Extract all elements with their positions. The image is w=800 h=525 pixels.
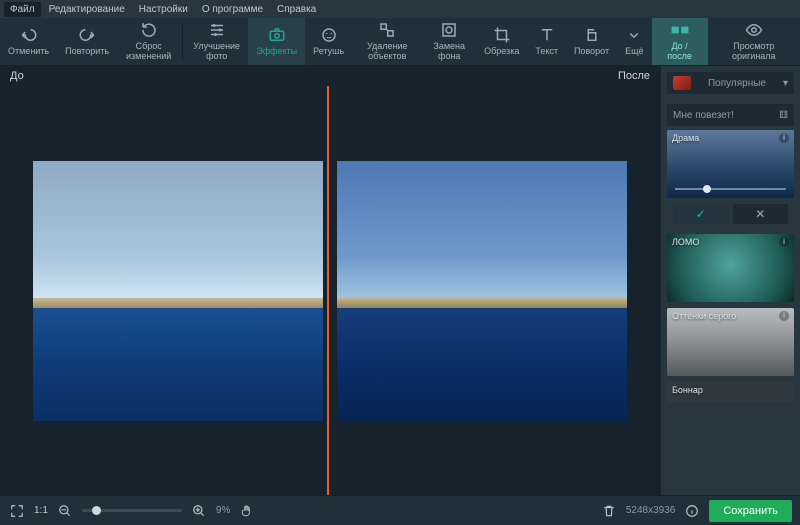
preset-bonnard-label: Боннар [672,385,703,395]
text-button[interactable]: Текст [527,18,566,65]
view-original-button[interactable]: Просмотр оригинала [708,18,800,65]
category-label: Популярные [708,78,766,89]
after-image [337,161,627,421]
sliders-icon [208,21,226,39]
image-dimensions: 5248x3936 [626,505,676,516]
canvas-area: До После [0,66,660,495]
reset-label: Сброс изменений [125,42,172,62]
preset-gray-label: Оттенки серого [672,311,736,321]
more-label: Ещё [625,47,643,57]
menu-help[interactable]: Справка [271,2,322,17]
after-label: После [618,70,650,82]
split-divider[interactable] [327,86,329,495]
crop-label: Обрезка [484,47,519,57]
lucky-button[interactable]: Мне повезет! ⚅ [667,104,794,126]
menubar: Файл Редактирование Настройки О программ… [0,0,800,18]
crop-button[interactable]: Обрезка [476,18,527,65]
undo-button[interactable]: Отменить [0,18,57,65]
reset-icon [140,21,158,39]
rotate-label: Поворот [574,47,609,57]
trash-icon [602,504,616,518]
text-label: Текст [535,47,558,57]
info-button[interactable] [683,502,701,520]
face-icon [320,26,338,44]
before-after-toggle[interactable]: До / после [652,18,708,65]
rotate-button[interactable]: Поворот [566,18,617,65]
statusbar: 1:1 9% 5248x3936 Сохранить [0,495,800,525]
eye-icon [745,21,763,39]
info-icon[interactable]: i [779,237,789,247]
before-label: До [10,70,24,82]
redo-button[interactable]: Повторить [57,18,117,65]
undo-label: Отменить [8,47,49,57]
reset-button[interactable]: Сброс изменений [117,18,180,65]
apply-preset-button[interactable]: ✓ [673,204,729,224]
redo-icon [78,26,96,44]
erase-icon [378,21,396,39]
zoom-in-button[interactable] [190,502,208,520]
save-button[interactable]: Сохранить [709,500,792,522]
undo-icon [20,26,38,44]
zoom-value: 9% [216,505,230,516]
fullscreen-button[interactable] [8,502,26,520]
cancel-preset-button[interactable]: ✕ [733,204,789,224]
menu-about[interactable]: О программе [196,2,269,17]
menu-edit[interactable]: Редактирование [43,2,131,17]
dice-icon: ⚅ [779,110,788,121]
effects-button[interactable]: Эффекты [248,18,305,65]
info-icon[interactable]: i [779,311,789,321]
before-image [33,161,323,421]
view-original-label: Просмотр оригинала [718,42,790,62]
more-button[interactable]: Ещё [617,18,651,65]
before-after-icon [671,21,689,39]
zoom-slider[interactable] [82,509,182,512]
delete-button[interactable] [600,502,618,520]
remove-objects-button[interactable]: Удаление объектов [352,18,422,65]
pan-button[interactable] [238,502,256,520]
effects-label: Эффекты [256,47,297,57]
text-icon [538,26,556,44]
preset-bonnard[interactable]: Боннар [667,382,794,402]
crop-icon [493,26,511,44]
before-after-label: До / после [662,42,698,62]
category-thumb-icon [673,76,691,90]
redo-label: Повторить [65,47,109,57]
toolbar: Отменить Повторить Сброс изменений Улучш… [0,18,800,66]
menu-file[interactable]: Файл [4,2,41,17]
retouch-label: Ретушь [313,47,344,57]
hand-icon [240,504,254,518]
chevron-down-icon [625,26,643,44]
enhance-label: Улучшение фото [193,42,240,62]
fit-button[interactable]: 1:1 [34,505,48,516]
info-icon[interactable]: i [779,133,789,143]
menu-settings[interactable]: Настройки [133,2,194,17]
rotate-icon [583,26,601,44]
category-select[interactable]: Популярные ▾ [667,72,794,94]
zoom-out-button[interactable] [56,502,74,520]
enhance-button[interactable]: Улучшение фото [185,18,248,65]
chevron-down-icon: ▾ [783,78,788,89]
replace-bg-label: Замена фона [430,42,468,62]
zoom-out-icon [58,504,72,518]
preset-gray[interactable]: Оттенки серого i [667,308,794,376]
preset-drama[interactable]: Драма i [667,130,794,198]
replace-bg-button[interactable]: Замена фона [422,18,476,65]
effects-sidebar: Популярные ▾ Мне повезет! ⚅ Драма i ✓ ✕ [660,66,800,495]
lucky-label: Мне повезет! [673,110,734,121]
retouch-button[interactable]: Ретушь [305,18,352,65]
camera-icon [268,26,286,44]
background-icon [440,21,458,39]
preset-lomo[interactable]: ЛОМО i [667,234,794,302]
info-icon [685,504,699,518]
fullscreen-icon [10,504,24,518]
zoom-in-icon [192,504,206,518]
preset-drama-label: Драма [672,133,699,143]
remove-objects-label: Удаление объектов [360,42,414,62]
preset-intensity-slider[interactable] [675,188,786,190]
preset-lomo-label: ЛОМО [672,237,699,247]
